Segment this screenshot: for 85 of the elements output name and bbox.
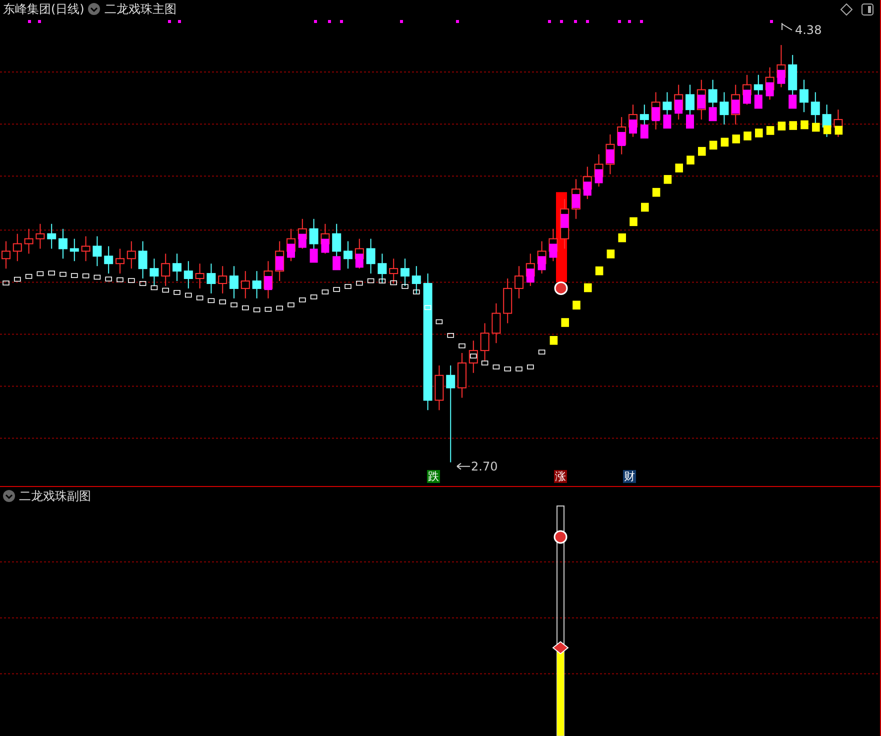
- trend-bar: [526, 268, 534, 283]
- candlestick: [480, 322, 490, 361]
- candlestick: [503, 278, 512, 324]
- candlestick: [218, 266, 228, 294]
- trend-bar: [332, 256, 341, 270]
- trend-bar: [754, 94, 762, 109]
- candlestick: [150, 258, 159, 286]
- candlestick: [195, 263, 204, 289]
- trend-bar: [663, 114, 672, 129]
- candlestick: [240, 270, 250, 299]
- candlestick: [206, 263, 216, 294]
- candlestick: [378, 253, 387, 284]
- trend-bar: [287, 244, 295, 258]
- trend-bar: [355, 254, 364, 268]
- trend-bar: [560, 214, 569, 228]
- trend-bar: [264, 276, 272, 290]
- candlestick: [70, 238, 79, 262]
- trend-bar: [743, 90, 751, 104]
- candlestick: [366, 238, 376, 274]
- candlestick: [468, 340, 478, 374]
- diamond-icon[interactable]: [840, 3, 853, 16]
- indicator-title: 二龙戏珠主图: [104, 0, 176, 18]
- trend-bar: [594, 169, 603, 184]
- candlestick: [47, 223, 56, 250]
- candlestick: [138, 240, 148, 280]
- trend-bar: [310, 248, 318, 263]
- diamond-marker-icon: [552, 642, 569, 655]
- candlestick: [230, 266, 238, 299]
- candlestick: [458, 352, 466, 398]
- stock-title: 东峰集团(日线): [3, 0, 84, 18]
- signal-label: 涨: [554, 470, 567, 483]
- ball-icon: [554, 530, 568, 544]
- candlestick: [81, 236, 90, 262]
- dragon-line-mark: [436, 319, 443, 324]
- trend-bar: [606, 149, 614, 164]
- trend-bar: [276, 256, 284, 270]
- low-price-label: 2.70: [471, 459, 498, 474]
- candlestick: [116, 248, 124, 274]
- trend-bar: [674, 100, 683, 114]
- ball-icon: [554, 281, 568, 295]
- trend-bar: [572, 194, 580, 208]
- high-price-label: 4.38: [795, 23, 822, 38]
- signal-label: 跌: [427, 470, 440, 483]
- candlestick: [92, 236, 102, 267]
- candlestick: [400, 258, 410, 286]
- trend-bar: [686, 114, 694, 129]
- trend-bar: [321, 238, 330, 253]
- candlestick: [822, 104, 832, 138]
- trend-bar: [788, 94, 797, 109]
- trend-bar: [777, 70, 786, 84]
- dragon-line-mark: [424, 305, 432, 310]
- candlestick: [412, 266, 421, 294]
- candlestick: [344, 240, 352, 270]
- candlestick: [36, 223, 45, 250]
- trend-bar: [538, 256, 546, 270]
- candlestick: [810, 92, 820, 125]
- trend-bar: [640, 124, 648, 139]
- low-pointer: [456, 462, 470, 470]
- trend-bar: [618, 132, 626, 146]
- high-pointer: [782, 22, 792, 30]
- candlestick: [800, 79, 808, 113]
- candlestick: [126, 240, 136, 270]
- candlestick: [24, 228, 34, 254]
- trend-bar: [549, 244, 558, 258]
- trend-bar: [629, 120, 637, 134]
- candlestick: [58, 228, 68, 260]
- candlestick: [184, 260, 193, 289]
- trend-bar: [583, 182, 592, 196]
- candlestick: [514, 266, 524, 299]
- panel-toggle-icon[interactable]: [861, 3, 874, 16]
- dropdown-icon[interactable]: [3, 490, 15, 502]
- candlestick: [172, 253, 182, 282]
- trend-bar: [708, 107, 717, 122]
- candlestick: [434, 364, 444, 411]
- candlestick: [104, 246, 114, 274]
- signal-label: 财: [623, 470, 636, 483]
- candlestick: [720, 92, 729, 125]
- candlestick: [252, 270, 262, 299]
- candlestick: [12, 233, 22, 262]
- candlestick: [389, 258, 398, 284]
- candlestick: [492, 302, 501, 344]
- dropdown-icon[interactable]: [88, 3, 100, 15]
- trend-bar: [732, 100, 740, 114]
- indicator-title: 二龙戏珠副图: [19, 488, 91, 505]
- candlestick: [161, 253, 170, 286]
